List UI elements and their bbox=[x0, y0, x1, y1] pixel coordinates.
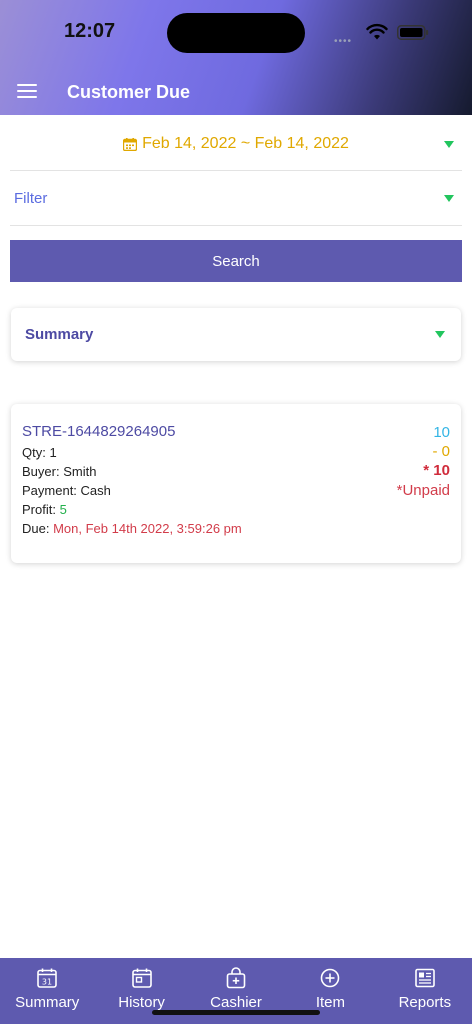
filter-label: Filter bbox=[14, 190, 48, 207]
home-indicator[interactable] bbox=[152, 1010, 320, 1015]
tab-label: Summary bbox=[15, 994, 80, 1011]
chevron-down-icon bbox=[444, 195, 454, 202]
svg-text:31: 31 bbox=[42, 978, 52, 987]
summary-label: Summary bbox=[25, 326, 94, 343]
status-badge: *Unpaid bbox=[396, 482, 450, 499]
plus-circle-icon bbox=[321, 968, 340, 988]
due-item-details: STRE-1644829264905 Qty: 1 Buyer: Smith P… bbox=[22, 423, 242, 538]
hamburger-menu-icon[interactable] bbox=[17, 84, 37, 98]
filter-dropdown[interactable]: Filter bbox=[10, 172, 462, 226]
payment-line: Payment: Cash bbox=[22, 483, 111, 498]
profit-value: 5 bbox=[59, 502, 67, 517]
date-range-picker[interactable]: Feb 14, 2022 ~ Feb 14, 2022 bbox=[10, 118, 462, 171]
page-title: Customer Due bbox=[67, 82, 191, 102]
reference-number: STRE-1644829264905 bbox=[22, 423, 176, 440]
discount-value: - 0 bbox=[432, 443, 450, 460]
dynamic-island bbox=[167, 13, 305, 53]
calendar-31-icon: 31 bbox=[37, 968, 58, 988]
chevron-down-icon bbox=[435, 331, 445, 338]
date-range-value: Feb 14, 2022 ~ Feb 14, 2022 bbox=[142, 135, 349, 152]
chevron-down-icon bbox=[444, 140, 454, 148]
tab-reports[interactable]: Reports bbox=[378, 958, 472, 1024]
signal-icon: •••• bbox=[334, 36, 353, 47]
qty-line: Qty: 1 bbox=[22, 445, 57, 460]
buyer-line: Buyer: Smith bbox=[22, 464, 97, 479]
app-header: 12:07 •••• Customer Due bbox=[0, 0, 472, 115]
tab-label: Reports bbox=[398, 994, 452, 1011]
tab-label: Cashier bbox=[210, 994, 262, 1011]
calendar-icon bbox=[131, 968, 152, 988]
due-item-amounts: 10 - 0 * 10 *Unpaid bbox=[397, 423, 450, 500]
tab-label: Item bbox=[315, 994, 346, 1011]
bag-plus-icon bbox=[226, 967, 246, 989]
wifi-icon bbox=[366, 23, 388, 40]
qty-value: 1 bbox=[49, 445, 57, 460]
tab-label: History bbox=[118, 994, 165, 1011]
summary-dropdown[interactable]: Summary bbox=[11, 308, 461, 361]
status-time: 12:07 bbox=[64, 20, 116, 42]
battery-icon bbox=[397, 25, 429, 40]
search-button[interactable]: Search bbox=[10, 240, 462, 282]
payment-value: Cash bbox=[80, 483, 111, 498]
due-list-item[interactable]: STRE-1644829264905 Qty: 1 Buyer: Smith P… bbox=[11, 404, 461, 563]
calendar-icon bbox=[123, 137, 138, 151]
due-line: Due: Mon, Feb 14th 2022, 3:59:26 pm bbox=[22, 521, 242, 536]
profit-line: Profit: 5 bbox=[22, 502, 67, 517]
tab-summary[interactable]: 31 Summary bbox=[0, 958, 94, 1024]
total-value: * 10 bbox=[423, 462, 450, 479]
newspaper-icon bbox=[415, 968, 435, 988]
amount-value: 10 bbox=[433, 424, 450, 441]
due-date-value: Mon, Feb 14th 2022, 3:59:26 pm bbox=[53, 521, 242, 536]
buyer-value: Smith bbox=[63, 464, 97, 479]
